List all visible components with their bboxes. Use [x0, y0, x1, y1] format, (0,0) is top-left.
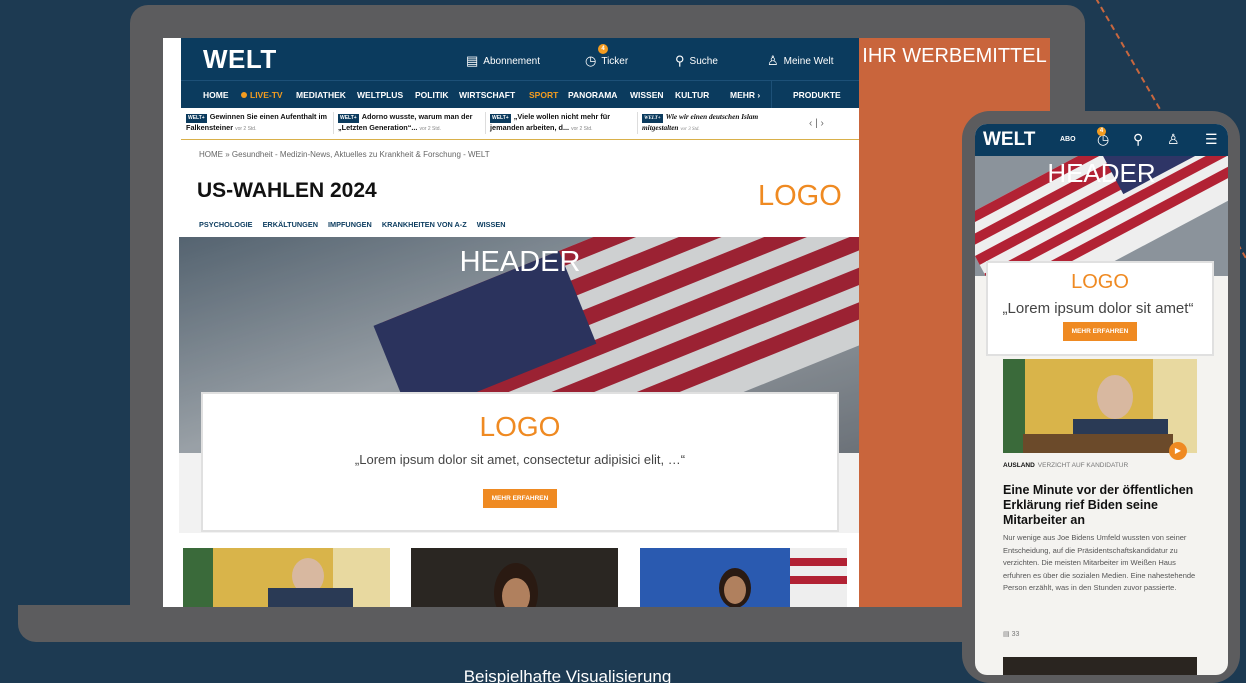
section-subnav: PSYCHOLOGIE ERKÄLTUNGEN IMPFUNGEN KRANKH… [199, 220, 514, 229]
teaser-time: vor 3 Std. [680, 127, 700, 132]
teaser-tag: WELT+ [490, 114, 511, 123]
ticker-button[interactable]: ◷ Ticker [585, 53, 628, 69]
subscription-icon: ▤ [466, 53, 479, 68]
teaser-item[interactable]: WELT+ Wie wir einen deutschen Islam mitge… [642, 112, 787, 134]
search-label: Suche [689, 55, 718, 67]
search-icon: ⚲ [675, 53, 685, 68]
menu-icon[interactable]: ☰ [1205, 131, 1218, 148]
comment-count-value: 33 [1011, 631, 1020, 638]
breadcrumb[interactable]: HOME » Gesundheit - Medizin-News, Aktuel… [199, 150, 490, 159]
play-icon[interactable]: ▶ [1169, 442, 1187, 460]
desktop-header: WELT ▤ Abonnement ◷ Ticker 4 ⚲ Suche ♙ M… [181, 38, 861, 80]
nav-live-tv[interactable]: LIVE-TV [241, 90, 283, 100]
comment-count[interactable]: ▤ 33 [1003, 630, 1019, 638]
teaser-text: Gewinnen Sie einen Aufenthalt im Falkens… [186, 112, 328, 132]
promo-text: „Lorem ipsum dolor sit amet“ [1002, 300, 1194, 317]
article-thumbnail[interactable] [411, 548, 618, 607]
search-button[interactable]: ⚲ Suche [675, 53, 718, 69]
mobile-screen: WELT ABO ◷ 4 ⚲ ♙ ☰ HEADER LOGO „Lorem ip… [975, 124, 1228, 675]
account-button[interactable]: ♙ Meine Welt [767, 53, 834, 69]
subscription-button[interactable]: ▤ Abonnement [466, 53, 540, 69]
caption: Beispielhafte Visualisierung [463, 667, 672, 683]
nav-wirtschaft[interactable]: WIRTSCHAFT [459, 90, 515, 100]
article-teaser-text: Nur wenige aus Joe Bidens Umfeld wussten… [1003, 533, 1196, 592]
teaser-tag: WELT+ [338, 114, 359, 123]
article-headline[interactable]: Eine Minute vor der öffentlichen Erkläru… [1003, 483, 1203, 528]
teaser-bar: WELT+ Gewinnen Sie einen Aufenthalt im Fa… [181, 108, 861, 140]
ticker-icon: ◷ [585, 53, 597, 68]
subnav-item[interactable]: ERKÄLTUNGEN [263, 220, 318, 229]
live-dot-icon [241, 92, 247, 98]
biden-photo [1003, 359, 1197, 453]
chevron-right-icon[interactable]: › [821, 118, 824, 129]
subnav-item[interactable]: WISSEN [477, 220, 506, 229]
mehr-erfahren-button[interactable]: MEHR ERFAHREN [482, 489, 558, 508]
abo-button[interactable]: ABO [1060, 136, 1076, 143]
biden-photo [183, 548, 390, 607]
ticker-badge: 4 [598, 44, 608, 54]
subnav-item[interactable]: PSYCHOLOGIE [199, 220, 253, 229]
promo-box: LOGO „Lorem ipsum dolor sit amet, consec… [201, 392, 839, 532]
sponsor-logo-placeholder: LOGO [758, 180, 842, 212]
nav-weltplus[interactable]: WELTPLUS [357, 90, 403, 100]
user-icon[interactable]: ♙ [1167, 131, 1180, 148]
mobile-hero-image: HEADER [975, 156, 1228, 276]
promo-text: „Lorem ipsum dolor sit amet, consectetur… [354, 452, 686, 467]
article-thumbnail[interactable] [183, 548, 390, 607]
ticker-label: Ticker [601, 55, 629, 67]
harris-rally-photo [640, 548, 847, 607]
promo-logo-placeholder: LOGO [1071, 271, 1129, 293]
article-image[interactable] [1003, 359, 1197, 453]
ticker-badge: 4 [1097, 127, 1106, 136]
chevron-left-icon[interactable]: ‹ [809, 118, 812, 129]
teaser-tag: WELT+ [642, 114, 663, 123]
nav-home[interactable]: HOME [203, 90, 229, 100]
subscription-label: Abonnement [483, 55, 541, 67]
harris-photo [411, 548, 618, 607]
main-navigation: HOME LIVE-TV MEDIATHEK WELTPLUS POLITIK … [181, 80, 861, 109]
teaser-time: vor 2 Std. [571, 126, 593, 132]
teaser-time: vor 2 Std. [419, 126, 441, 132]
article-kicker: AUSLAND VERZICHT AUF KANDIDATUR [1003, 462, 1128, 469]
nav-produkte[interactable]: PRODUKTE [793, 90, 841, 100]
nav-sport[interactable]: SPORT [529, 90, 558, 100]
teaser-item[interactable]: WELT+ „Viele wollen nicht mehr für jemand… [490, 112, 635, 134]
search-icon[interactable]: ⚲ [1133, 131, 1143, 148]
user-icon: ♙ [767, 53, 779, 68]
kicker-section[interactable]: AUSLAND [1003, 462, 1035, 469]
teaser-divider [485, 112, 486, 134]
page-title: US-WAHLEN 2024 [197, 179, 377, 202]
teaser-time: vor 2 Std. [235, 126, 257, 132]
teaser-arrows[interactable]: ‹ | › [809, 118, 824, 129]
header-placeholder-label: HEADER [459, 246, 581, 278]
nav-kultur[interactable]: KULTUR [675, 90, 709, 100]
teaser-divider [637, 112, 638, 134]
welt-logo[interactable]: WELT [983, 129, 1035, 151]
nav-wissen[interactable]: WISSEN [630, 90, 664, 100]
article-thumbnail[interactable] [640, 548, 847, 607]
mobile-promo-box: LOGO „Lorem ipsum dolor sit amet“ MEHR E… [986, 261, 1214, 356]
header-placeholder-label: HEADER [1047, 158, 1156, 188]
nav-mehr[interactable]: MEHR › [730, 90, 760, 100]
account-label: Meine Welt [783, 55, 834, 67]
comment-icon: ▤ [1003, 631, 1010, 638]
nav-panorama[interactable]: PANORAMA [568, 90, 617, 100]
teaser-tag: WELT+ [186, 114, 207, 123]
promo-logo-placeholder: LOGO [479, 411, 561, 442]
teaser-item[interactable]: WELT+ Adorno wusste, warum man der „Letzt… [338, 112, 483, 134]
teaser-divider [333, 112, 334, 134]
subnav-item[interactable]: IMPFUNGEN [328, 220, 372, 229]
mehr-erfahren-button[interactable]: MEHR ERFAHREN [1062, 322, 1138, 341]
nav-politik[interactable]: POLITIK [415, 90, 449, 100]
teaser-item[interactable]: WELT+ Gewinnen Sie einen Aufenthalt im Fa… [186, 112, 331, 134]
welt-logo[interactable]: WELT [203, 44, 277, 75]
nav-divider [771, 81, 772, 109]
kicker-topic: VERZICHT AUF KANDIDATUR [1037, 462, 1129, 469]
mobile-header: WELT ABO ◷ 4 ⚲ ♙ ☰ [975, 124, 1228, 156]
subnav-item[interactable]: KRANKHEITEN VON A-Z [382, 220, 467, 229]
nav-mediathek[interactable]: MEDIATHEK [296, 90, 346, 100]
